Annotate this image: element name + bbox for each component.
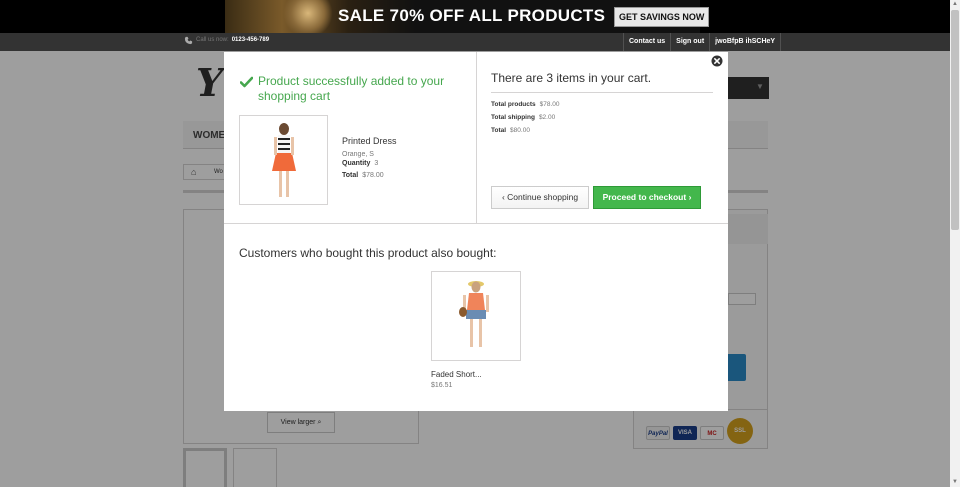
- success-text: Product successfully added to your shopp…: [258, 74, 445, 103]
- dress-figure: [272, 123, 296, 197]
- phone-info: Call us now: 0123-456-789: [196, 37, 269, 43]
- modal-divider: [224, 223, 728, 224]
- total-shipping-label: Total shipping: [491, 114, 535, 121]
- quantity-value: 3: [374, 160, 379, 167]
- contact-us-link[interactable]: Contact us: [623, 33, 670, 51]
- recommended-product-price: $16.51: [431, 382, 453, 389]
- promo-model-photo: [282, 0, 334, 33]
- header-nav-bar: Call us now: 0123-456-789 Contact us Sign…: [0, 33, 950, 51]
- get-savings-button[interactable]: GET SAVINGS NOW: [614, 7, 710, 27]
- promo-text: SALE 70% OFF ALL PRODUCTS: [338, 6, 606, 25]
- phone-icon: [184, 36, 193, 48]
- also-bought-title: Customers who bought this product also b…: [239, 246, 497, 260]
- phone-label: Call us now:: [196, 37, 229, 43]
- added-product-name: Printed Dress: [342, 136, 397, 146]
- success-message: Product successfully added to your shopp…: [240, 74, 450, 104]
- add-to-cart-modal: Product successfully added to your shopp…: [224, 52, 728, 411]
- proceed-to-checkout-label: Proceed to checkout: [602, 192, 687, 202]
- shorts-figure: [459, 281, 489, 347]
- total-products-row: Total products $78.00: [491, 101, 560, 108]
- total-value: $78.00: [362, 172, 384, 179]
- cart-rule: [491, 92, 713, 93]
- added-product-total: Total $78.00: [342, 172, 384, 179]
- added-product-attributes: Orange, S: [342, 151, 374, 158]
- phone-number: 0123-456-789: [231, 37, 270, 43]
- proceed-to-checkout-button[interactable]: Proceed to checkout ›: [593, 186, 701, 209]
- recommended-product-name[interactable]: Faded Short...: [431, 370, 482, 379]
- cart-total-row: Total $80.00: [491, 127, 530, 134]
- total-shipping-value: $2.00: [538, 114, 556, 121]
- continue-shopping-label: Continue shopping: [507, 192, 579, 202]
- quantity-label: Quantity: [342, 160, 371, 167]
- account-link[interactable]: jwoBfpB ihSCHeY: [709, 33, 782, 51]
- total-shipping-row: Total shipping $2.00: [491, 114, 555, 121]
- cart-count-text: There are 3 items in your cart.: [491, 71, 652, 85]
- close-icon[interactable]: [711, 55, 723, 67]
- sign-out-link[interactable]: Sign out: [670, 33, 709, 51]
- added-product-quantity: Quantity 3: [342, 160, 378, 167]
- continue-shopping-button[interactable]: ‹ Continue shopping: [491, 186, 589, 209]
- scroll-down-icon[interactable]: ▼: [952, 479, 958, 485]
- scroll-up-icon[interactable]: ▲: [952, 1, 958, 7]
- added-product-image: [239, 115, 328, 205]
- total-products-value: $78.00: [539, 101, 560, 108]
- recommended-product-image[interactable]: [431, 271, 521, 361]
- total-label: Total: [342, 172, 359, 179]
- scrollbar-thumb[interactable]: [951, 10, 959, 230]
- cart-total-value: $80.00: [510, 127, 530, 134]
- cart-total-label: Total: [491, 127, 507, 134]
- chevron-left-icon: ‹: [501, 192, 505, 202]
- header-links: Contact us Sign out jwoBfpB ihSCHeY: [623, 33, 782, 51]
- promo-banner[interactable]: SALE 70% OFF ALL PRODUCTS GET SAVINGS NO…: [0, 0, 950, 33]
- chevron-right-icon: ›: [688, 192, 692, 202]
- total-products-label: Total products: [491, 101, 536, 108]
